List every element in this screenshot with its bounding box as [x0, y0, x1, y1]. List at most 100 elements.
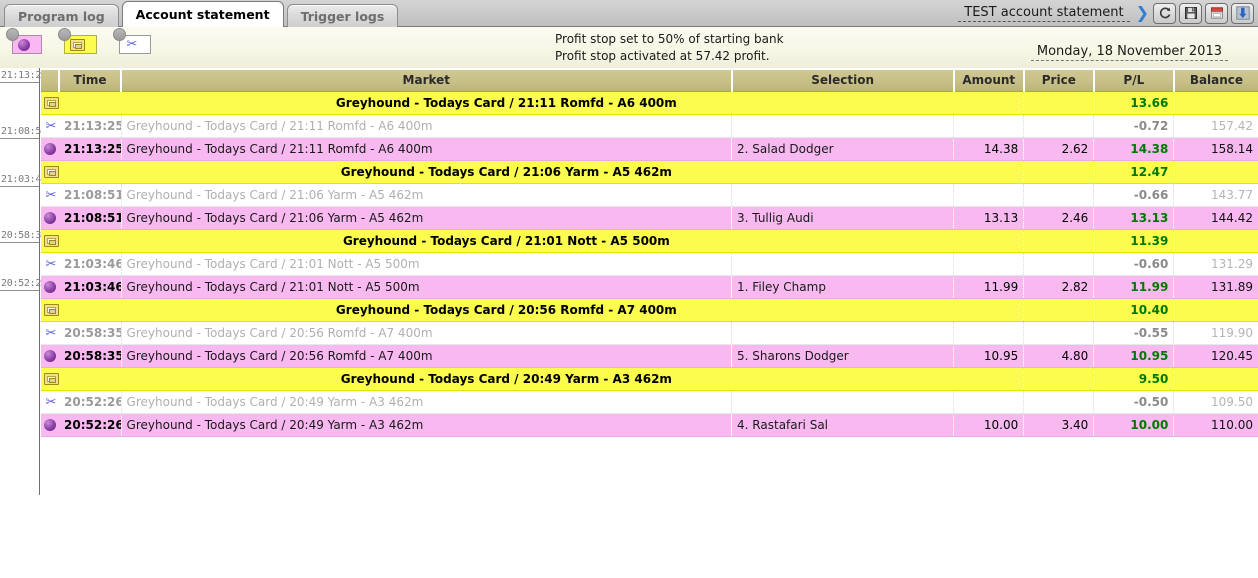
page-title: TEST account statement	[958, 5, 1129, 22]
cell-price: 2.62	[1024, 137, 1094, 160]
filter-chip-lay[interactable]	[12, 35, 42, 54]
cell-selection: 1. Filey Champ	[732, 275, 954, 298]
cell-amount: 11.99	[954, 275, 1024, 298]
cell-market: Greyhound - Todays Card / 20:49 Yarm - A…	[121, 413, 732, 436]
filter-chip-market-p-l[interactable]	[64, 35, 97, 54]
cell-market: Greyhound - Todays Card / 20:56 Romfd - …	[121, 321, 732, 344]
table-row[interactable]: 20:52:26Greyhound - Todays Card / 20:49 …	[41, 413, 1258, 436]
table-row[interactable]: ✂20:52:26Greyhound - Todays Card / 20:49…	[41, 390, 1258, 413]
cell-selection: 2. Salad Dodger	[732, 137, 954, 160]
gutter-tick	[0, 290, 39, 291]
table-row[interactable]: Greyhound - Todays Card / 20:56 Romfd - …	[41, 298, 1258, 321]
cell-balance	[1174, 160, 1258, 183]
scissors-icon: ✂	[44, 327, 58, 340]
cell-time: 21:13:25	[59, 114, 121, 137]
table-row[interactable]: Greyhound - Todays Card / 20:49 Yarm - A…	[41, 367, 1258, 390]
filter-check-badge[interactable]	[6, 28, 19, 41]
row-type-icon-cell: ✂	[41, 183, 59, 206]
lay-dot-icon	[44, 143, 56, 155]
table-row[interactable]: 21:08:51Greyhound - Todays Card / 21:06 …	[41, 206, 1258, 229]
lay-dot-icon	[44, 212, 56, 224]
gutter-tick	[0, 138, 39, 139]
cell-pl: 10.00	[1094, 413, 1174, 436]
col-header-selection[interactable]: Selection	[732, 70, 954, 91]
col-header-balance[interactable]: Balance	[1174, 70, 1258, 91]
summary-market-label: Greyhound - Todays Card / 20:49 Yarm - A…	[59, 367, 954, 390]
download-button[interactable]	[1231, 3, 1254, 24]
table-row[interactable]: 21:03:46Greyhound - Todays Card / 21:01 …	[41, 275, 1258, 298]
cell-pl: -0.66	[1094, 183, 1174, 206]
table-row[interactable]: 20:58:35Greyhound - Todays Card / 20:56 …	[41, 344, 1258, 367]
account-statement-window: Program logAccount statementTrigger logs…	[0, 0, 1258, 578]
cell-pl: -0.72	[1094, 114, 1174, 137]
cell-balance: 110.00	[1174, 413, 1258, 436]
table-row[interactable]: Greyhound - Todays Card / 21:06 Yarm - A…	[41, 160, 1258, 183]
gutter-timestamp: 21:13:25	[1, 70, 47, 81]
filter-chip-commission[interactable]: ✂	[119, 35, 151, 54]
col-header-price[interactable]: Price	[1024, 70, 1094, 91]
table-row[interactable]: 21:13:25Greyhound - Todays Card / 21:11 …	[41, 137, 1258, 160]
table-row[interactable]: ✂21:08:51Greyhound - Todays Card / 21:06…	[41, 183, 1258, 206]
cell-amount: 14.38	[954, 137, 1024, 160]
cell-time: 20:52:26	[59, 390, 121, 413]
cell-amount	[954, 367, 1024, 390]
cell-price	[1024, 229, 1094, 252]
cell-selection	[732, 390, 954, 413]
cell-price	[1024, 390, 1094, 413]
scissors-icon: ✂	[44, 120, 58, 133]
cell-selection	[732, 252, 954, 275]
export-button[interactable]	[1205, 3, 1228, 24]
tab-trigger-logs[interactable]: Trigger logs	[287, 4, 399, 27]
table-row[interactable]: ✂21:13:25Greyhound - Todays Card / 21:11…	[41, 114, 1258, 137]
filter-check-badge[interactable]	[113, 28, 126, 41]
row-type-icon-cell	[41, 91, 59, 114]
gutter-timestamp: 21:03:46	[1, 174, 47, 185]
cell-pl: -0.60	[1094, 252, 1174, 275]
profit-stop-line-2: Profit stop activated at 57.42 profit.	[555, 48, 784, 65]
statement-date: Monday, 18 November 2013	[1031, 44, 1228, 61]
col-header-market[interactable]: Market	[121, 70, 732, 91]
cell-market: Greyhound - Todays Card / 21:11 Romfd - …	[121, 114, 732, 137]
table-row[interactable]: ✂20:58:35Greyhound - Todays Card / 20:56…	[41, 321, 1258, 344]
chevron-right-icon[interactable]: ❯	[1136, 5, 1147, 21]
refresh-button[interactable]	[1153, 3, 1176, 24]
cell-balance	[1174, 298, 1258, 321]
cell-price	[1024, 367, 1094, 390]
tab-account-statement[interactable]: Account statement	[122, 1, 284, 27]
col-header-amount[interactable]: Amount	[954, 70, 1024, 91]
lay-dot-icon	[44, 419, 56, 431]
cell-selection	[732, 183, 954, 206]
cash-icon	[44, 373, 59, 385]
save-button[interactable]	[1179, 3, 1202, 24]
cell-selection: 4. Rastafari Sal	[732, 413, 954, 436]
tab-program-log[interactable]: Program log	[4, 4, 119, 27]
row-type-icon-cell	[41, 206, 59, 229]
col-header-p-l[interactable]: P/L	[1094, 70, 1174, 91]
cell-time: 20:52:26	[59, 413, 121, 436]
cell-amount	[954, 390, 1024, 413]
table-row[interactable]: Greyhound - Todays Card / 21:11 Romfd - …	[41, 91, 1258, 114]
window-title-area: TEST account statement ❯	[958, 0, 1258, 26]
cell-pl: 9.50	[1094, 367, 1174, 390]
table-row[interactable]: ✂21:03:46Greyhound - Todays Card / 21:01…	[41, 252, 1258, 275]
cell-price	[1024, 321, 1094, 344]
table-row[interactable]: Greyhound - Todays Card / 21:01 Nott - A…	[41, 229, 1258, 252]
col-header-time[interactable]: Time	[59, 70, 121, 91]
cell-pl: 10.40	[1094, 298, 1174, 321]
filter-check-badge[interactable]	[58, 28, 71, 41]
cell-market: Greyhound - Todays Card / 20:49 Yarm - A…	[121, 390, 732, 413]
download-arrow-icon	[1236, 6, 1250, 20]
row-type-icon-cell	[41, 229, 59, 252]
cell-amount	[954, 229, 1024, 252]
cell-pl: 11.99	[1094, 275, 1174, 298]
gutter-tick	[0, 242, 39, 243]
cell-price	[1024, 298, 1094, 321]
row-type-icon-cell	[41, 413, 59, 436]
summary-market-label: Greyhound - Todays Card / 21:01 Nott - A…	[59, 229, 954, 252]
cell-pl: 12.47	[1094, 160, 1174, 183]
cell-amount: 10.00	[954, 413, 1024, 436]
table-header-row: TimeMarketSelectionAmountPriceP/LBalance	[41, 70, 1258, 91]
scissors-icon: ✂	[44, 189, 58, 202]
cell-pl: -0.50	[1094, 390, 1174, 413]
cell-market: Greyhound - Todays Card / 20:56 Romfd - …	[121, 344, 732, 367]
